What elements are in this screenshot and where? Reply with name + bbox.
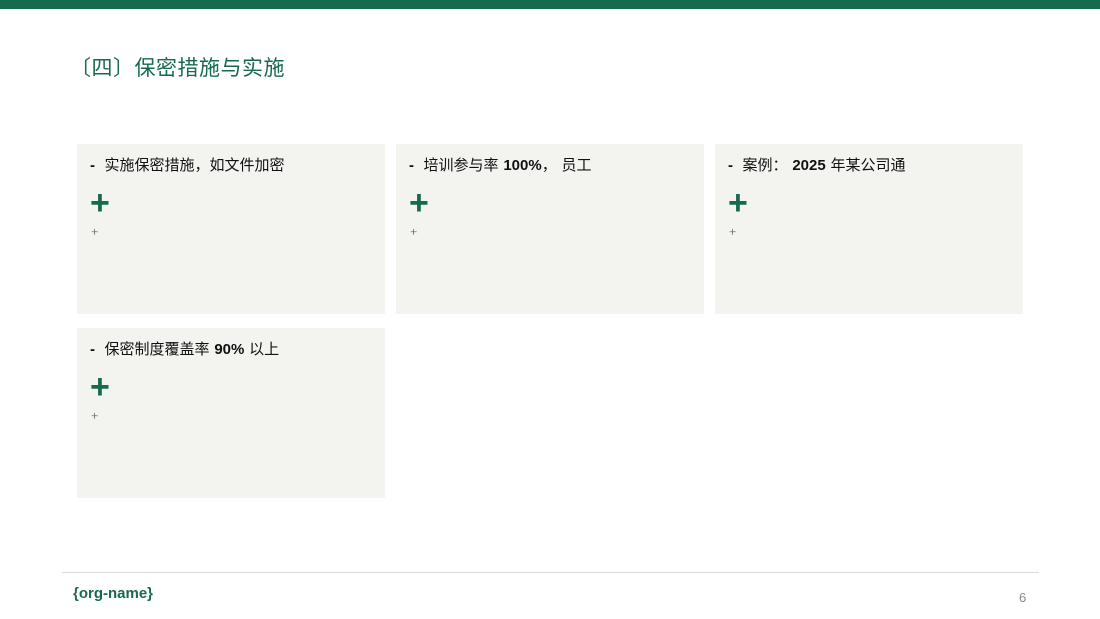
card-text: - 保密制度覆盖率 90% 以上 [90, 340, 385, 359]
plus-icon: + [90, 184, 110, 222]
card-dash: - [90, 157, 95, 174]
card-text-pre: 实施保密措施，如文件加密 [104, 156, 285, 174]
small-plus-icon: + [729, 224, 737, 239]
plus-icon: + [728, 184, 748, 222]
card-text-bold: 2025 [792, 157, 826, 174]
card-text-post: ， 员工 [541, 156, 592, 174]
card-dash: - [728, 157, 733, 174]
content-card-1: - 实施保密措施，如文件加密 + + [77, 144, 385, 314]
card-text-pre: 保密制度覆盖率 [104, 340, 215, 358]
footer-org-name: {org-name} [73, 585, 154, 602]
plus-icon: + [409, 184, 429, 222]
footer-divider [62, 572, 1039, 573]
card-text-post: 年某公司通 [825, 156, 906, 174]
page-number: 6 [1019, 590, 1027, 605]
card-text-post: 以上 [244, 340, 280, 358]
card-text-bold: 90% [214, 341, 245, 358]
content-card-3: - 案例： 2025 年某公司通 + + [715, 144, 1023, 314]
small-plus-icon: + [410, 224, 418, 239]
content-card-4: - 保密制度覆盖率 90% 以上 + + [77, 328, 385, 498]
card-text-pre: 案例： [742, 156, 793, 174]
card-text: - 培训参与率 100%， 员工 [409, 156, 704, 175]
card-text: - 实施保密措施，如文件加密 [90, 156, 385, 175]
card-dash: - [409, 157, 414, 174]
card-text: - 案例： 2025 年某公司通 [728, 156, 1023, 175]
card-text-pre: 培训参与率 [423, 156, 504, 174]
plus-icon: + [90, 368, 110, 406]
small-plus-icon: + [91, 224, 99, 239]
top-accent-bar [0, 0, 1100, 9]
content-card-2: - 培训参与率 100%， 员工 + + [396, 144, 704, 314]
small-plus-icon: + [91, 408, 99, 423]
card-text-bold: 100% [503, 157, 542, 174]
slide-title: 〔四〕保密措施与实施 [70, 56, 285, 80]
card-dash: - [90, 341, 95, 358]
